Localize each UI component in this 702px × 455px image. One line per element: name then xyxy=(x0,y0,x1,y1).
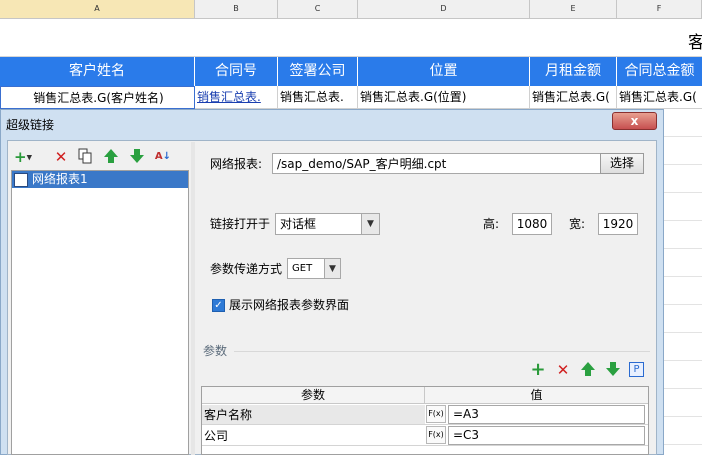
cell-e3[interactable]: 销售汇总表.G( xyxy=(530,86,617,109)
report-icon xyxy=(14,173,28,187)
choose-button[interactable]: 选择 xyxy=(600,153,644,174)
header-signing-company[interactable]: 签署公司 xyxy=(278,57,358,86)
header-customer-name[interactable]: 客户姓名 xyxy=(0,57,195,86)
move-down-icon[interactable] xyxy=(604,361,622,379)
param-icon[interactable]: P xyxy=(629,362,644,377)
chevron-down-icon[interactable]: ▼ xyxy=(361,214,379,234)
cell-f3[interactable]: 销售汇总表.G( xyxy=(617,86,702,109)
move-down-icon[interactable] xyxy=(128,148,146,166)
column-header-b[interactable]: B xyxy=(195,0,278,19)
delete-icon[interactable]: ✕ xyxy=(554,361,572,379)
close-button[interactable]: x xyxy=(612,112,657,130)
grid-line xyxy=(664,360,702,361)
formula-icon[interactable]: F(x) xyxy=(426,426,446,444)
grid-line xyxy=(664,136,702,137)
grid-line xyxy=(664,276,702,277)
grid-line xyxy=(664,164,702,165)
header-monthly-rent[interactable]: 月租金额 xyxy=(530,57,617,86)
add-icon[interactable]: +▼ xyxy=(14,148,32,166)
grid-line xyxy=(664,220,702,221)
param-value-input[interactable]: =A3 xyxy=(448,405,645,424)
sheet-title-text: 客 xyxy=(688,33,702,53)
sort-icon[interactable]: A↓ xyxy=(154,148,172,166)
grid-line xyxy=(664,388,702,389)
header-contract-total[interactable]: 合同总金额 xyxy=(617,57,702,86)
report-path-input[interactable]: /sap_demo/SAP_客户明细.cpt xyxy=(272,153,601,174)
method-label: 参数传递方式 xyxy=(210,262,283,276)
formula-icon[interactable]: F(x) xyxy=(426,405,446,423)
splitter[interactable] xyxy=(191,142,195,455)
param-value-input[interactable]: =C3 xyxy=(448,426,645,445)
tree-item-web-report-1[interactable]: 网络报表1 xyxy=(12,171,188,188)
chevron-down-icon[interactable]: ▼ xyxy=(324,259,340,278)
params-col-name: 参数 xyxy=(202,387,425,404)
copy-icon[interactable] xyxy=(76,148,94,166)
grid-line xyxy=(664,416,702,417)
param-name: 客户名称 xyxy=(204,408,253,422)
open-in-value: 对话框 xyxy=(280,217,317,231)
open-in-label: 链接打开于 xyxy=(210,217,271,231)
column-header-e[interactable]: E xyxy=(530,0,617,19)
dialog-title: 超级链接 xyxy=(6,118,55,132)
cell-c3[interactable]: 销售汇总表. xyxy=(278,86,358,109)
grid-line xyxy=(664,304,702,305)
width-label: 宽: xyxy=(569,217,586,231)
width-input[interactable]: 1920 xyxy=(598,213,638,235)
open-in-select[interactable]: 对话框 ▼ xyxy=(275,213,380,235)
group-divider xyxy=(234,351,650,352)
move-up-icon[interactable] xyxy=(579,361,597,379)
table-row[interactable]: F(x) =C3 xyxy=(425,426,648,446)
cell-a3[interactable]: 销售汇总表.G(客户姓名) xyxy=(0,86,195,109)
cell-d3[interactable]: 销售汇总表.G(位置) xyxy=(358,86,530,109)
tree-item-label: 网络报表1 xyxy=(32,172,88,186)
header-location[interactable]: 位置 xyxy=(358,57,530,86)
column-header-d[interactable]: D xyxy=(358,0,530,19)
move-up-icon[interactable] xyxy=(102,148,120,166)
param-name: 公司 xyxy=(204,429,229,443)
show-params-label: 展示网络报表参数界面 xyxy=(229,298,350,312)
method-value: GET xyxy=(292,263,313,274)
grid-line xyxy=(664,248,702,249)
params-group-label: 参数 xyxy=(203,344,228,358)
link-tree xyxy=(11,170,189,455)
table-row[interactable]: 公司 xyxy=(202,426,425,446)
header-contract-no[interactable]: 合同号 xyxy=(195,57,278,86)
method-select[interactable]: GET ▼ xyxy=(287,258,341,279)
column-header-c[interactable]: C xyxy=(278,0,358,19)
add-icon[interactable]: + xyxy=(529,361,547,379)
height-input[interactable]: 1080 xyxy=(512,213,552,235)
report-label: 网络报表: xyxy=(210,157,263,171)
grid-line xyxy=(664,192,702,193)
table-row[interactable]: 客户名称 xyxy=(202,405,425,425)
table-row[interactable]: F(x) =A3 xyxy=(425,405,648,425)
grid-line xyxy=(664,332,702,333)
params-col-value: 值 xyxy=(425,387,648,404)
delete-icon[interactable]: ✕ xyxy=(52,148,70,166)
column-header-f[interactable]: F xyxy=(617,0,702,19)
column-header-a[interactable]: A xyxy=(0,0,195,19)
grid-line xyxy=(664,444,702,445)
height-label: 高: xyxy=(483,217,500,231)
show-params-checkbox[interactable]: ✓ xyxy=(212,299,225,312)
sheet-title-row xyxy=(0,19,702,57)
cell-b3[interactable]: 销售汇总表. xyxy=(195,86,278,109)
